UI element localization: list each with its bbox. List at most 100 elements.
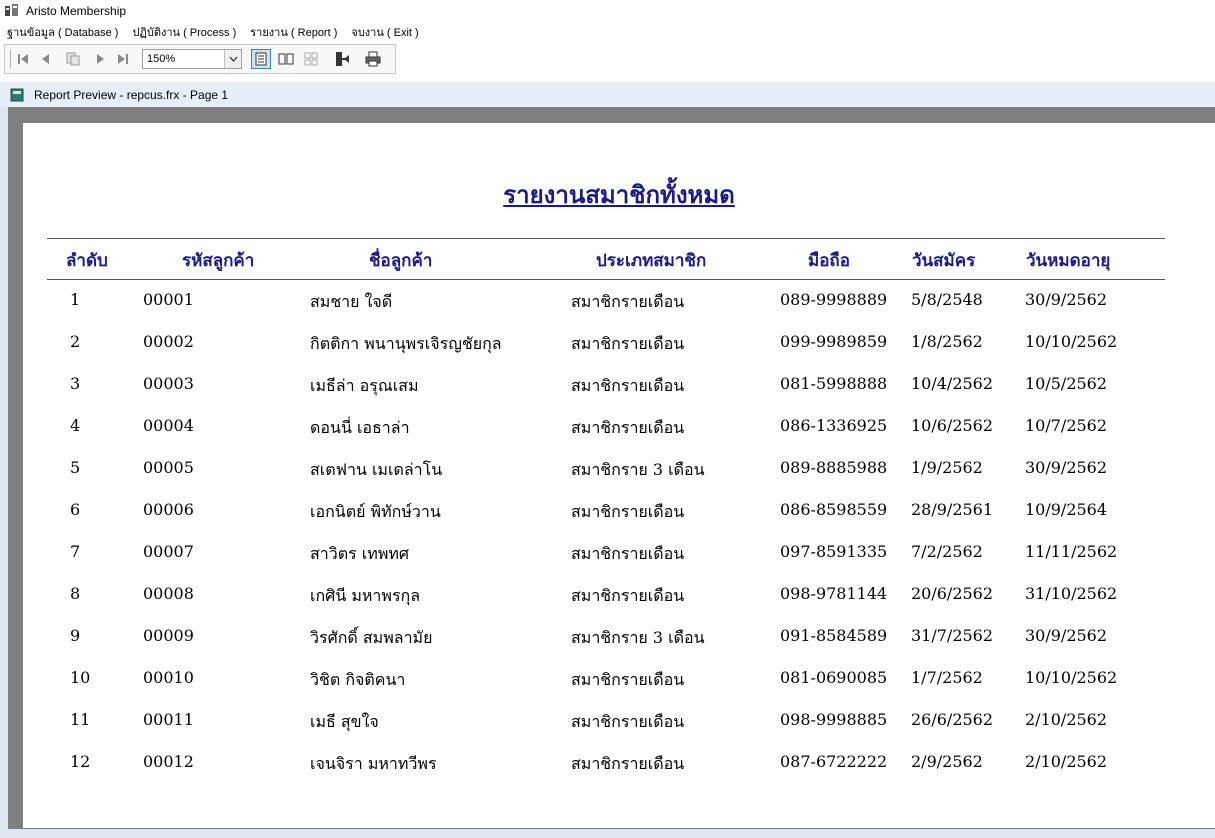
- row-customer-name: เกศินี มหาพรกุล: [310, 586, 421, 605]
- column-header-customer-name: ชื่อลูกค้า: [369, 251, 433, 271]
- one-page-view-icon[interactable]: [251, 49, 271, 69]
- report-page: รายงานสมาชิกทั้งหมด ลำดับ รหัสลูกค้า ชื่…: [23, 123, 1215, 828]
- column-header-mobile: มือถือ: [808, 251, 850, 271]
- report-document-icon: [10, 88, 24, 101]
- go-to-page-icon[interactable]: [65, 51, 81, 67]
- row-sequence: 1: [70, 290, 81, 309]
- row-expire-date: 10/10/2562: [1025, 332, 1118, 351]
- row-member-type: สมาชิกรายเดือน: [571, 586, 685, 605]
- column-header-expire-date: วันหมดอายุ: [1026, 251, 1111, 271]
- row-join-date: 10/6/2562: [911, 416, 994, 435]
- row-customer-name: สมชาย ใจดี: [310, 292, 393, 311]
- last-page-icon[interactable]: [115, 51, 131, 67]
- row-join-date: 1/9/2562: [911, 458, 983, 477]
- print-icon[interactable]: [365, 51, 381, 67]
- bottom-frame: [0, 829, 1215, 838]
- chevron-down-icon[interactable]: [224, 50, 241, 68]
- row-mobile: 099-9989859: [780, 332, 888, 351]
- row-mobile: 089-8885988: [780, 458, 888, 477]
- row-customer-id: 00007: [143, 542, 194, 561]
- row-mobile: 081-5998888: [780, 374, 888, 393]
- app-icon: [5, 4, 18, 16]
- row-join-date: 10/4/2562: [911, 374, 994, 393]
- row-mobile: 098-9998885: [780, 710, 888, 729]
- row-member-type: สมาชิกรายเดือน: [571, 544, 685, 563]
- row-expire-date: 10/9/2564: [1025, 500, 1108, 519]
- row-join-date: 1/7/2562: [911, 668, 983, 687]
- row-member-type: สมาชิกรายเดือน: [571, 670, 685, 689]
- row-member-type: สมาชิกรายเดือน: [571, 502, 685, 521]
- row-sequence: 7: [70, 542, 81, 561]
- row-expire-date: 10/5/2562: [1025, 374, 1108, 393]
- row-sequence: 10: [70, 668, 91, 687]
- row-mobile: 097-8591335: [780, 542, 888, 561]
- window-title-bar: Aristo Membership: [0, 0, 1215, 22]
- row-join-date: 5/8/2548: [911, 290, 983, 309]
- row-customer-id: 00012: [143, 752, 194, 771]
- row-expire-date: 30/9/2562: [1025, 458, 1108, 477]
- row-join-date: 28/9/2561: [911, 500, 994, 519]
- report-canvas[interactable]: รายงานสมาชิกทั้งหมด ลำดับ รหัสลูกค้า ชื่…: [0, 107, 1215, 838]
- row-customer-id: 00011: [143, 710, 194, 729]
- row-expire-date: 10/7/2562: [1025, 416, 1108, 435]
- window-title: Aristo Membership: [26, 4, 127, 18]
- row-customer-name: เจนจิรา มหาทวีพร: [310, 754, 437, 773]
- column-header-sequence: ลำดับ: [66, 251, 108, 271]
- row-mobile: 086-8598559: [780, 500, 888, 519]
- toolbar-grip: [10, 50, 11, 68]
- row-member-type: สมาชิกรายเดือน: [571, 376, 685, 395]
- menu-bar: ฐานข้อมูล ( Database ) ปฏิบัติงาน ( Proc…: [0, 22, 1215, 42]
- toolbar-row: 150%: [0, 42, 1215, 76]
- row-customer-name: วิรศักดิ์ สมพลามัย: [310, 628, 433, 647]
- row-sequence: 8: [70, 584, 81, 603]
- row-join-date: 7/2/2562: [911, 542, 983, 561]
- row-mobile: 089-9998889: [780, 290, 888, 309]
- row-sequence: 2: [70, 332, 81, 351]
- menu-exit[interactable]: จบงาน ( Exit ): [344, 23, 425, 41]
- row-join-date: 2/9/2562: [911, 752, 983, 771]
- row-customer-id: 00001: [143, 290, 194, 309]
- first-page-icon[interactable]: [15, 51, 31, 67]
- row-customer-name: เอกนิตย์ พิทักษ์วาน: [310, 502, 441, 521]
- row-customer-name: วิชิต กิจติคนา: [310, 670, 406, 689]
- row-customer-id: 00009: [143, 626, 194, 645]
- row-customer-name: กิตติกา พนานุพรเจิรญชัยกุล: [310, 334, 502, 353]
- row-customer-id: 00010: [143, 668, 194, 687]
- multi-page-view-icon[interactable]: [303, 51, 319, 67]
- report-preview-window: Report Preview - repcus.frx - Page 1 ราย…: [0, 82, 1215, 838]
- row-mobile: 098-9781144: [780, 584, 888, 603]
- two-page-view-icon[interactable]: [278, 51, 294, 67]
- row-sequence: 11: [70, 710, 91, 729]
- row-customer-name: เมธี สุขใจ: [310, 712, 379, 731]
- row-expire-date: 31/10/2562: [1025, 584, 1118, 603]
- row-expire-date: 11/11/2562: [1025, 542, 1118, 561]
- previous-page-icon[interactable]: [38, 51, 54, 67]
- row-customer-id: 00002: [143, 332, 194, 351]
- row-expire-date: 10/10/2562: [1025, 668, 1118, 687]
- row-customer-name: สเตฟาน เมเดล่าโน: [310, 460, 443, 479]
- row-customer-name: เมธีล่า อรุณเสม: [310, 376, 419, 395]
- row-sequence: 6: [70, 500, 81, 519]
- menu-report[interactable]: รายงาน ( Report ): [243, 23, 344, 41]
- row-sequence: 9: [70, 626, 81, 645]
- row-member-type: สมาชิกรายเดือน: [571, 334, 685, 353]
- menu-database[interactable]: ฐานข้อมูล ( Database ): [0, 23, 125, 41]
- row-mobile: 087-6722222: [780, 752, 888, 771]
- row-member-type: สมาชิกราย 3 เดือน: [571, 460, 705, 479]
- row-mobile: 091-8584589: [780, 626, 888, 645]
- zoom-select[interactable]: 150%: [142, 49, 242, 69]
- row-customer-name: สาวิตร เทพทศ: [310, 544, 410, 563]
- report-title: รายงานสมาชิกทั้งหมด: [503, 180, 735, 209]
- next-page-icon[interactable]: [92, 51, 108, 67]
- row-member-type: สมาชิกรายเดือน: [571, 292, 685, 311]
- column-header-join-date: วันสมัคร: [912, 251, 976, 271]
- row-join-date: 20/6/2562: [911, 584, 994, 603]
- row-expire-date: 2/10/2562: [1025, 710, 1108, 729]
- row-customer-id: 00005: [143, 458, 194, 477]
- row-customer-id: 00003: [143, 374, 194, 393]
- row-customer-id: 00008: [143, 584, 194, 603]
- menu-process[interactable]: ปฏิบัติงาน ( Process ): [125, 23, 243, 41]
- row-expire-date: 30/9/2562: [1025, 626, 1108, 645]
- row-expire-date: 30/9/2562: [1025, 290, 1108, 309]
- close-preview-icon[interactable]: [334, 51, 350, 67]
